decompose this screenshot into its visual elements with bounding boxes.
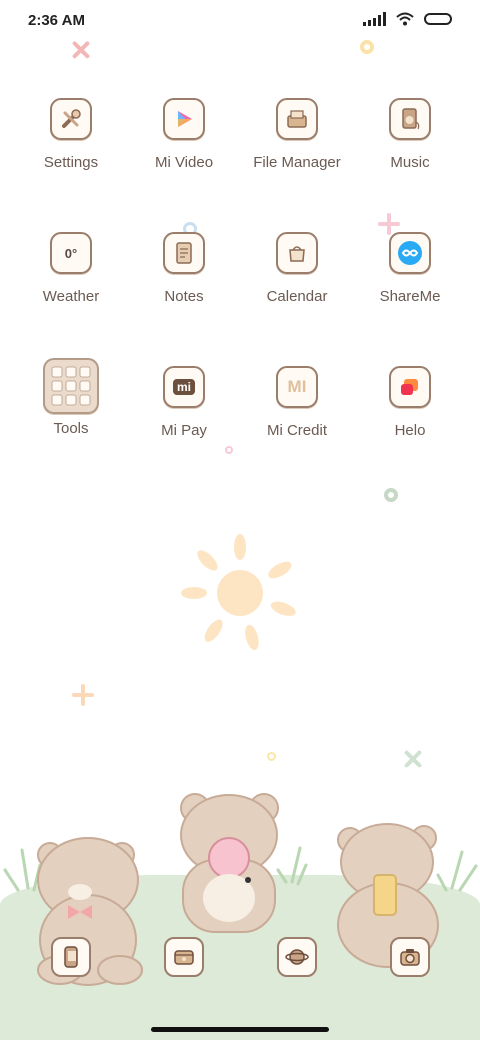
battery-icon (424, 13, 452, 25)
phone-icon (64, 946, 78, 968)
wifi-icon (396, 12, 414, 26)
status-bar: 2:36 AM (0, 0, 480, 44)
decorative-ring-icon (360, 40, 374, 54)
file-manager-icon (276, 98, 318, 140)
dock-messages[interactable] (164, 937, 204, 977)
app-mi-video[interactable]: Mi Video (128, 98, 240, 208)
mi-pay-glyph: mi (172, 379, 195, 395)
app-label: ShareMe (379, 288, 441, 305)
app-shareme[interactable]: ShareMe (354, 232, 466, 342)
home-gesture-bar[interactable] (151, 1027, 329, 1032)
app-label: Helo (394, 422, 426, 439)
app-label: Settings (43, 154, 99, 171)
sun-illustration (181, 534, 296, 651)
weather-glyph: 0° (64, 245, 78, 261)
helo-icon (389, 366, 431, 408)
dock-browser[interactable] (277, 937, 317, 977)
app-label: Weather (42, 288, 100, 305)
app-weather[interactable]: 0° Weather (15, 232, 127, 342)
mi-video-icon (163, 98, 205, 140)
mi-credit-glyph: MI (287, 377, 307, 396)
status-time: 2:36 AM (28, 12, 85, 29)
app-file-manager[interactable]: File Manager (241, 98, 353, 208)
status-icons (363, 12, 452, 26)
app-music[interactable]: Music (354, 98, 466, 208)
app-label: Mi Credit (266, 422, 327, 439)
camera-icon (400, 949, 420, 966)
music-icon (389, 98, 431, 140)
messages-icon (174, 950, 194, 965)
app-settings[interactable]: Settings (15, 98, 127, 208)
app-mi-pay[interactable]: mi Mi Pay (128, 366, 240, 476)
app-calendar[interactable]: Calendar (241, 232, 353, 342)
mi-credit-icon: MI (276, 366, 318, 408)
app-label: Music (390, 154, 430, 171)
weather-icon: 0° (50, 232, 92, 274)
dock-camera[interactable] (390, 937, 430, 977)
app-notes[interactable]: Notes (128, 232, 240, 342)
shareme-icon (389, 232, 431, 274)
calendar-icon (276, 232, 318, 274)
app-tools-folder[interactable]: Tools (15, 358, 127, 476)
notes-icon (163, 232, 205, 274)
signal-icon (363, 12, 386, 26)
decorative-ring-icon (267, 752, 276, 761)
app-helo[interactable]: Helo (354, 366, 466, 476)
browser-icon (285, 949, 309, 965)
app-label: File Manager (253, 154, 341, 171)
app-label: Mi Pay (161, 422, 207, 439)
app-label: Mi Video (154, 154, 214, 171)
tools-folder-icon (43, 358, 99, 414)
dock-phone[interactable] (51, 937, 91, 977)
app-label: Tools (53, 420, 89, 437)
decorative-ring-icon (384, 488, 398, 502)
mi-pay-icon: mi (163, 366, 205, 408)
settings-icon (50, 98, 92, 140)
app-label: Notes (164, 288, 204, 305)
app-label: Calendar (266, 288, 328, 305)
app-mi-credit[interactable]: MI Mi Credit (241, 366, 353, 476)
